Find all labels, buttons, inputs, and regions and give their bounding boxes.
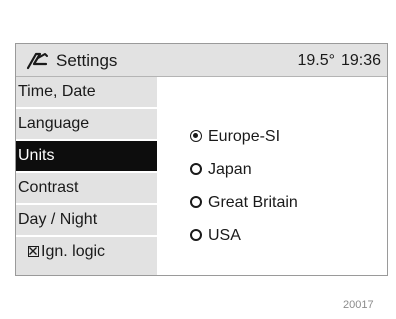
ign-logic-checkbox[interactable]: [28, 246, 39, 257]
radio-unselected-icon[interactable]: [190, 163, 202, 175]
checkbox-x-icon: [29, 247, 37, 255]
menu-item-units[interactable]: Units: [16, 141, 166, 173]
option-usa[interactable]: USA: [190, 226, 241, 246]
settings-logo-icon: [26, 52, 48, 70]
figure-number: 20017: [343, 299, 374, 311]
menu-item-label: Contrast: [18, 179, 79, 196]
temperature-readout: 19.5°: [297, 52, 335, 69]
menu-item-label: Day / Night: [18, 211, 98, 228]
menu-item-ign-logic[interactable]: Ign. logic: [16, 237, 157, 269]
display-screen: Settings 19.5° 19:36 Time, Date Language…: [15, 43, 388, 276]
menu-item-label: Ign. logic: [41, 243, 106, 260]
radio-unselected-icon[interactable]: [190, 229, 202, 241]
header-bar: Settings 19.5° 19:36: [16, 44, 387, 77]
page: Settings 19.5° 19:36 Time, Date Language…: [0, 0, 396, 319]
menu-item-contrast[interactable]: Contrast: [16, 173, 157, 205]
option-label: USA: [208, 227, 241, 244]
option-europe-si[interactable]: Europe-SI: [190, 127, 280, 147]
units-options-panel: Europe-SI Japan Great Britain USA: [157, 77, 387, 275]
radio-selected-icon[interactable]: [190, 130, 202, 142]
menu-item-label: Time, Date: [18, 83, 96, 100]
menu-item-day-night[interactable]: Day / Night: [16, 205, 157, 237]
option-great-britain[interactable]: Great Britain: [190, 193, 298, 213]
menu-item-time-date[interactable]: Time, Date: [16, 77, 157, 109]
option-label: Europe-SI: [208, 128, 281, 145]
menu-item-language[interactable]: Language: [16, 109, 157, 141]
option-japan[interactable]: Japan: [190, 160, 252, 180]
option-label: Great Britain: [208, 194, 298, 211]
clock-readout: 19:36: [340, 52, 381, 69]
option-label: Japan: [208, 161, 252, 178]
menu-item-label: Language: [18, 115, 90, 132]
settings-menu: Time, Date Language Units Contrast Day /…: [16, 77, 166, 275]
page-title: Settings: [56, 51, 118, 70]
radio-unselected-icon[interactable]: [190, 196, 202, 208]
menu-item-label: Units: [18, 147, 55, 164]
